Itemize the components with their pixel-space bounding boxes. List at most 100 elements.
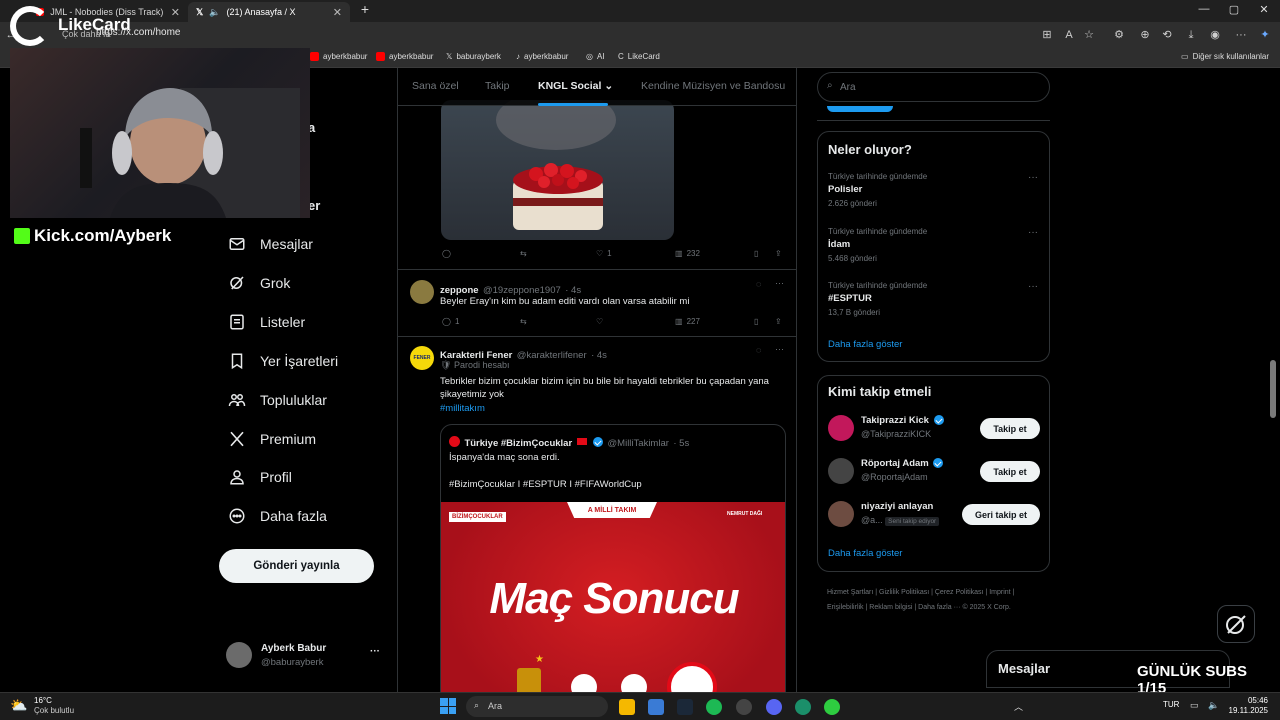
collections-icon[interactable]: ⊕ <box>1138 28 1152 42</box>
post[interactable]: zeppone @19zeppone1907 · 4s ◌ ··· Beyler… <box>398 270 796 337</box>
bookmark-item[interactable]: ♪ ayberkbabur <box>516 52 568 61</box>
edge-icon[interactable] <box>795 699 811 715</box>
post-image[interactable] <box>441 100 674 240</box>
close-window-button[interactable]: ✕ <box>1249 3 1279 16</box>
nav-communities[interactable]: Topluluklar <box>228 391 327 409</box>
tab-for-you[interactable]: Sana özel <box>412 80 459 92</box>
close-icon[interactable]: ✕ <box>171 6 180 19</box>
scrollbar[interactable] <box>1270 360 1276 418</box>
reply-icon[interactable]: ◯ <box>442 249 451 258</box>
avatar[interactable] <box>410 280 434 304</box>
post-time[interactable]: · 4s <box>591 350 607 361</box>
nav-grok[interactable]: Grok <box>228 274 290 292</box>
follow-button[interactable]: Takip et <box>980 418 1040 439</box>
minimize-button[interactable]: — <box>1189 3 1219 15</box>
download-icon[interactable]: ⤓ <box>1184 28 1198 42</box>
taskbar-search[interactable]: ⌕ Ara <box>466 696 608 717</box>
who-show-more[interactable]: Daha fazla göster <box>828 548 902 559</box>
nav-profile[interactable]: Profil <box>228 468 292 486</box>
quoted-post[interactable]: Türkiye #BizimÇocuklar @MilliTakimlar · … <box>440 424 786 692</box>
avatar[interactable]: FENER <box>410 346 434 370</box>
other-bookmarks[interactable]: ▭ Diğer sık kullanılanlar <box>1181 52 1269 61</box>
trend-item[interactable]: Türkiye tarihinde gündemde #ESPTUR 13,7 … <box>828 281 1038 317</box>
volume-icon[interactable]: 🔈 <box>1208 700 1219 711</box>
hashtag-link[interactable]: #millitakım <box>440 402 485 415</box>
profile-icon[interactable]: ◉ <box>1208 28 1222 42</box>
views-button[interactable]: ▥ 232 <box>675 249 700 258</box>
more-icon[interactable]: ··· <box>1028 172 1038 183</box>
chevron-up-icon[interactable]: ︿ <box>1014 700 1023 713</box>
share-icon[interactable]: ⇪ <box>775 317 782 326</box>
views-button[interactable]: ▥ 227 <box>675 317 700 326</box>
app-icon[interactable] <box>824 699 840 715</box>
post[interactable]: FENER Karakterli Fener @karakterlifener … <box>398 337 796 692</box>
match-result-image[interactable]: BİZİMÇOCUKLAR A MİLLİ TAKIM NEMRUT DAĞI … <box>441 502 785 692</box>
follow-suggestion[interactable]: Röportaj Adam @RoportajAdam Takip et <box>828 457 1040 487</box>
bookmark-icon[interactable]: ▯ <box>754 317 758 326</box>
grok-icon[interactable]: ◌ <box>756 279 761 289</box>
tab-x-home[interactable]: 𝕏 🔈 (21) Anasayfa / X ✕ <box>188 2 350 22</box>
language-indicator[interactable]: TUR <box>1163 700 1179 709</box>
bookmark-item[interactable]: ayberkbabur <box>376 52 433 61</box>
nav-premium[interactable]: Premium <box>228 430 316 448</box>
user-name[interactable]: Türkiye #BizimÇocuklar <box>464 438 572 449</box>
bookmark-item[interactable]: C LikeCard <box>618 52 660 61</box>
read-aloud-icon[interactable]: A <box>1062 28 1076 42</box>
follow-suggestion[interactable]: Takiprazzi Kick @TakiprazziKICK Takip et <box>828 414 1040 444</box>
footer-links[interactable]: Hizmet Şartları | Gizlilik Politikası | … <box>827 585 1047 615</box>
spotify-icon[interactable] <box>706 699 722 715</box>
bookmark-item[interactable]: 𝕏baburayberk <box>446 52 501 61</box>
new-tab-button[interactable]: + <box>350 1 380 17</box>
clock-date[interactable]: 19.11.2025 <box>1222 706 1268 715</box>
more-icon[interactable]: ··· <box>775 278 784 288</box>
start-button[interactable] <box>440 698 456 714</box>
follow-back-button[interactable]: Geri takip et <box>962 504 1040 525</box>
user-handle[interactable]: @karakterlifener <box>517 350 587 361</box>
trends-show-more[interactable]: Daha fazla göster <box>828 339 902 350</box>
nav-bookmarks[interactable]: Yer İşaretleri <box>228 352 338 370</box>
tab-kendine[interactable]: Kendine Müzisyen ve Bandosu <box>641 80 785 92</box>
history-icon[interactable]: ⟲ <box>1160 28 1174 42</box>
nav-lists[interactable]: Listeler <box>228 313 305 331</box>
follow-button[interactable]: Takip et <box>980 461 1040 482</box>
quote-hashtags[interactable]: #BizimÇocuklar I #ESPTUR I #FIFAWorldCup <box>449 478 642 491</box>
repost-icon[interactable]: ⇆ <box>520 249 527 258</box>
more-icon[interactable]: ··· <box>1028 281 1038 292</box>
share-icon[interactable]: ⇪ <box>775 249 782 258</box>
more-icon[interactable]: ··· <box>775 344 784 354</box>
speaker-icon[interactable]: 🔈 <box>209 7 220 18</box>
bookmark-item[interactable]: ◎ AI <box>586 52 605 61</box>
extensions-icon[interactable]: ⚙ <box>1112 28 1126 42</box>
follow-suggestion[interactable]: niyaziyi anlayan @a... Seni takip ediyor… <box>828 500 1040 530</box>
clock-time[interactable]: 05:46 <box>1230 696 1268 705</box>
more-icon[interactable]: ··· <box>370 646 380 657</box>
copilot-icon[interactable]: ✦ <box>1258 28 1272 42</box>
apps-icon[interactable]: ⊞ <box>1040 28 1054 42</box>
nav-messages[interactable]: Mesajlar <box>228 235 313 253</box>
post-time[interactable]: · 5s <box>673 438 689 449</box>
weather-icon[interactable]: ⛅ <box>10 697 27 714</box>
menu-icon[interactable]: ··· <box>1234 28 1248 42</box>
tab-following[interactable]: Takip <box>485 80 510 92</box>
account-switcher[interactable]: Ayberk Babur @baburayberk ··· <box>226 641 386 671</box>
heart-icon[interactable]: ♡ <box>596 317 603 326</box>
post-button[interactable]: Gönderi yayınla <box>219 549 374 583</box>
bookmark-item[interactable]: ayberkbabur <box>310 52 367 61</box>
steam-icon[interactable] <box>677 699 693 715</box>
trend-item[interactable]: Türkiye tarihinde gündemde Polisler 2.62… <box>828 172 1038 208</box>
app-icon[interactable] <box>736 699 752 715</box>
file-explorer-icon[interactable] <box>619 699 635 715</box>
reply-button[interactable]: ◯ 1 <box>442 317 459 326</box>
nav-more[interactable]: Daha fazla <box>228 507 327 525</box>
user-handle[interactable]: @MilliTakimlar <box>608 438 669 449</box>
close-icon[interactable]: ✕ <box>333 6 342 19</box>
grok-button[interactable] <box>1217 605 1255 643</box>
trend-item[interactable]: Türkiye tarihinde gündemde İdam 5.468 gö… <box>828 227 1038 263</box>
subscribe-button[interactable] <box>827 106 893 112</box>
grok-icon[interactable]: ◌ <box>756 345 761 355</box>
bookmark-icon[interactable]: ▯ <box>754 249 758 258</box>
star-icon[interactable]: ☆ <box>1082 28 1096 42</box>
discord-icon[interactable] <box>766 699 782 715</box>
tab-kngl-social[interactable]: KNGL Social ⌄ <box>538 80 613 92</box>
photos-icon[interactable] <box>648 699 664 715</box>
